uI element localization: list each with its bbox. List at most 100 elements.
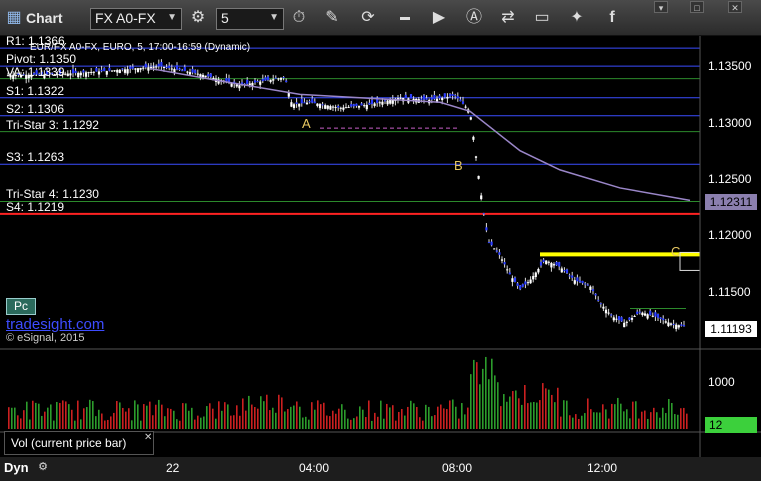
time-tick-label: 04:00 [299, 461, 330, 475]
minimize-icon[interactable]: ▾ [654, 1, 668, 13]
volume-bar [593, 412, 595, 429]
volume-study-tab[interactable]: Vol (current price bar) [4, 431, 154, 455]
pencil-icon[interactable]: ✎ [320, 7, 344, 29]
candle-body [487, 242, 491, 244]
time-axis[interactable] [0, 457, 761, 481]
volume-bar [449, 400, 451, 429]
volume-bar [218, 401, 220, 429]
candle-body [100, 69, 103, 72]
volume-bar [476, 362, 478, 429]
volume-bar [560, 416, 562, 429]
volume-bar [290, 406, 292, 429]
candle-body [344, 107, 348, 109]
candle-body [376, 99, 379, 103]
comment-icon[interactable]: ▭ [530, 7, 554, 29]
candle-body [368, 102, 371, 105]
candle-body [272, 79, 275, 81]
volume-bar [371, 420, 373, 429]
candle-body [495, 250, 498, 252]
candle-body [675, 324, 678, 330]
volume-bar [62, 400, 64, 429]
volume-bar [434, 415, 436, 429]
close-icon[interactable]: ✕ [144, 432, 152, 443]
volume-bar [383, 418, 385, 429]
facebook-icon[interactable]: f [600, 7, 624, 29]
refresh-icon[interactable]: ⟳ [356, 7, 380, 29]
candle-body [279, 78, 283, 80]
volume-bar [578, 418, 580, 429]
candle-body [131, 66, 134, 69]
candle-body [441, 97, 444, 101]
volume-bar [80, 419, 82, 429]
candle-body [500, 259, 504, 261]
candle-body [331, 106, 335, 108]
annotation-a: A [302, 116, 311, 131]
candle-body [129, 66, 132, 69]
chevron-down-icon[interactable]: ▼ [167, 12, 177, 23]
volume-bar [380, 400, 382, 429]
volume-bar [428, 406, 430, 429]
chart-canvas[interactable] [0, 36, 761, 457]
link-icon[interactable]: ⇄ [496, 7, 520, 29]
volume-bar [614, 404, 616, 429]
candle-body [545, 260, 548, 265]
volume-bar [590, 409, 592, 429]
volume-bar [569, 415, 571, 429]
candle-body [615, 318, 618, 320]
pc-badge[interactable]: Pc [6, 298, 36, 315]
candle-body [334, 107, 337, 109]
volume-bar [263, 401, 265, 429]
candle-body [532, 276, 535, 280]
twitter-icon[interactable]: ✦ [565, 7, 589, 29]
candle-body [373, 103, 376, 106]
volume-bar [59, 402, 61, 429]
price-axis[interactable] [700, 36, 761, 457]
play-icon[interactable]: ▶ [427, 7, 451, 29]
volume-bar [617, 397, 619, 429]
close-icon[interactable]: ✕ [728, 1, 742, 13]
candle-body [552, 264, 556, 266]
symbol-description: EUR/FX A0-FX, EURO, 5, 17:00-16:59 (Dyna… [30, 42, 251, 53]
dyn-mode[interactable]: Dyn [4, 460, 29, 475]
volume-bar [230, 415, 232, 429]
chart-app-icon: ▦ [6, 9, 22, 26]
gear-icon[interactable]: ⚙ [186, 7, 210, 29]
volume-bar [338, 408, 340, 429]
candle-body [103, 68, 106, 72]
candle-body [446, 96, 449, 99]
candle-body [399, 97, 402, 99]
candle-body [207, 74, 210, 77]
volume-bar [674, 414, 676, 429]
volume-bar [458, 418, 460, 429]
candle-body [597, 299, 600, 301]
candle-body [225, 78, 228, 82]
interval-input[interactable]: 5 ▼ [216, 8, 284, 30]
candle-body [547, 261, 550, 263]
volume-value-flag: 12 [705, 417, 757, 433]
candle-body [311, 98, 314, 103]
volume-bar [566, 400, 568, 429]
volume-bar [644, 410, 646, 429]
volume-bar [224, 402, 226, 429]
volume-bar [314, 409, 316, 429]
alert-icon[interactable]: Ⓐ [462, 7, 486, 29]
symbol-input[interactable]: FX A0-FX ▼ [90, 8, 182, 30]
volume-bar [329, 416, 331, 429]
volume-bar [596, 412, 598, 429]
volume-bar [236, 405, 238, 429]
candle-body [264, 77, 267, 81]
volume-bar [467, 407, 469, 429]
candle-body [110, 70, 114, 72]
quote-icon[interactable]: ▬ [393, 7, 417, 29]
dyn-settings-icon[interactable]: ⚙ [34, 458, 52, 476]
clock-icon[interactable]: ⏱ [287, 7, 311, 29]
brand-link[interactable]: tradesight.com [6, 316, 104, 333]
candle-body [565, 269, 569, 274]
level-label: S4: 1.1219 [6, 199, 65, 214]
candle-body [97, 71, 101, 75]
candle-body [617, 316, 621, 321]
chevron-down-icon[interactable]: ▼ [269, 12, 279, 23]
candle-body [563, 270, 566, 272]
candle-body [584, 283, 587, 285]
maximize-icon[interactable]: □ [690, 1, 704, 13]
